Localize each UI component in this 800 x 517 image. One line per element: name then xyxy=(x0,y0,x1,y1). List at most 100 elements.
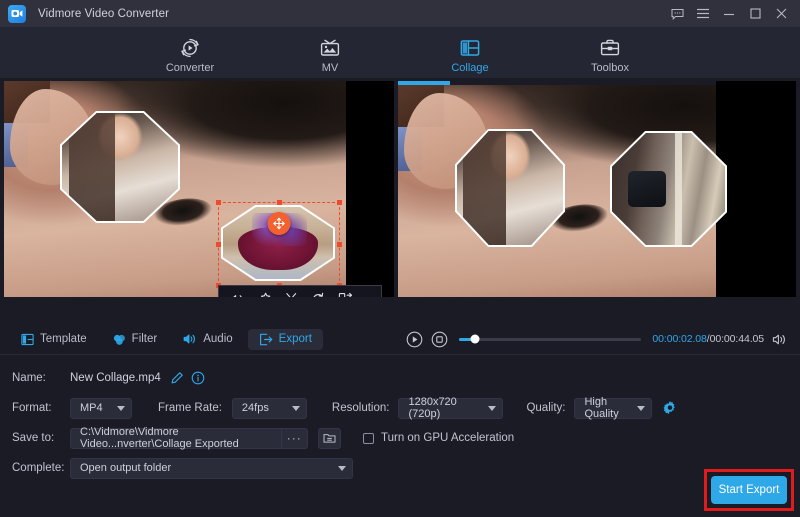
framerate-value: 24fps xyxy=(242,402,269,414)
preview-cell-1-content xyxy=(457,131,563,245)
gpu-acceleration-toggle[interactable]: Turn on GPU Acceleration xyxy=(363,432,514,444)
nav-item-collage[interactable]: Collage xyxy=(430,32,510,74)
clip-toolbar-icons xyxy=(229,292,373,297)
export-footer: Start Export xyxy=(0,463,800,517)
browse-path-button[interactable]: ··· xyxy=(281,429,307,448)
tab-label-audio: Audio xyxy=(203,333,232,345)
toolbox-icon xyxy=(599,35,621,59)
minimize-icon[interactable] xyxy=(716,1,742,27)
stop-circle-icon[interactable] xyxy=(431,331,448,348)
effects-wand-icon[interactable] xyxy=(257,292,272,297)
collage-cell-1-content xyxy=(62,113,178,221)
chevron-down-icon xyxy=(637,406,645,411)
current-time: 00:00:02.08 xyxy=(652,333,706,345)
name-row: Name: New Collage.mp4 xyxy=(12,363,788,393)
settings-gear-icon[interactable] xyxy=(663,401,677,415)
resolution-value: 1280x720 (720p) xyxy=(408,396,480,420)
template-icon xyxy=(21,333,34,346)
collage-cell-1[interactable] xyxy=(62,113,178,221)
play-circle-icon[interactable] xyxy=(406,331,423,348)
format-value: MP4 xyxy=(80,402,103,414)
chevron-down-icon xyxy=(117,406,125,411)
resize-handle-top-left[interactable] xyxy=(216,200,221,205)
app-camera-icon xyxy=(8,5,26,23)
nav-label-collage: Collage xyxy=(451,62,488,74)
start-export-button[interactable]: Start Export xyxy=(711,476,787,504)
framerate-label: Frame Rate: xyxy=(158,402,222,414)
menu-icon[interactable] xyxy=(690,1,716,27)
title-bar: Vidmore Video Converter xyxy=(0,0,800,27)
tab-label-filter: Filter xyxy=(132,333,158,345)
framerate-select[interactable]: 24fps xyxy=(232,398,307,419)
saveto-path-field[interactable]: C:\Vidmore\Vidmore Video...nverter\Colla… xyxy=(70,428,308,449)
playback-progress-track[interactable] xyxy=(459,338,641,341)
preview-cell-2 xyxy=(612,133,725,245)
converter-icon xyxy=(179,35,201,59)
export-icon xyxy=(259,333,273,346)
app-title: Vidmore Video Converter xyxy=(38,8,169,20)
info-circle-icon[interactable] xyxy=(191,371,205,385)
quality-select[interactable]: High Quality xyxy=(574,398,652,419)
feedback-icon[interactable] xyxy=(664,1,690,27)
volume-icon[interactable] xyxy=(229,293,245,298)
pencil-edit-icon[interactable] xyxy=(170,371,184,385)
tab-filter[interactable]: Filter xyxy=(102,329,169,350)
mv-icon xyxy=(319,35,341,59)
saveto-value: C:\Vidmore\Vidmore Video...nverter\Colla… xyxy=(80,426,281,450)
window-controls xyxy=(664,1,794,27)
resolution-label: Resolution: xyxy=(332,402,390,414)
nav-label-toolbox: Toolbox xyxy=(591,62,629,74)
speaker-icon[interactable] xyxy=(772,333,788,346)
rotate-icon[interactable] xyxy=(311,292,326,297)
collage-preview-canvas xyxy=(398,81,796,297)
editor-tabs: Template Filter Audio xyxy=(4,324,394,354)
editor-toolbar-row: Template Filter Audio xyxy=(0,324,800,354)
preview-player-controls: 00:00:02.08/00:00:44.05 xyxy=(398,324,796,354)
name-label: Name: xyxy=(12,372,60,384)
resize-handle-top-center[interactable] xyxy=(277,200,282,205)
tab-label-template: Template xyxy=(40,333,87,345)
preview-area: − + xyxy=(0,78,800,324)
playback-progress-knob[interactable] xyxy=(470,335,479,344)
crop-swap-icon[interactable] xyxy=(338,292,353,297)
nav-item-toolbox[interactable]: Toolbox xyxy=(570,32,650,74)
move-handle-icon[interactable] xyxy=(268,212,291,235)
saveto-row: Save to: C:\Vidmore\Vidmore Video...nver… xyxy=(12,423,788,453)
collage-editor-canvas[interactable]: − + xyxy=(4,81,394,297)
format-select[interactable]: MP4 xyxy=(70,398,132,419)
resize-handle-right-center[interactable] xyxy=(337,242,342,247)
nav-label-mv: MV xyxy=(322,62,339,74)
filter-icon xyxy=(113,333,126,346)
tab-export[interactable]: Export xyxy=(248,329,323,350)
name-value: New Collage.mp4 xyxy=(70,372,161,384)
total-time: 00:00:44.05 xyxy=(710,333,764,345)
resize-handle-left-center[interactable] xyxy=(216,242,221,247)
resolution-select[interactable]: 1280x720 (720p) xyxy=(398,398,503,419)
collage-icon xyxy=(459,35,481,59)
trim-scissors-icon[interactable] xyxy=(284,292,299,297)
maximize-icon[interactable] xyxy=(742,1,768,27)
main-navigation: Converter MV Collage xyxy=(0,27,800,78)
clip-toolbar[interactable]: − + xyxy=(218,285,382,297)
chevron-down-icon xyxy=(488,406,496,411)
open-folder-icon[interactable] xyxy=(318,428,341,449)
nav-item-mv[interactable]: MV xyxy=(290,32,370,74)
tab-label-export: Export xyxy=(279,333,312,345)
format-label: Format: xyxy=(12,402,60,414)
encoding-options-row: Format: MP4 Frame Rate: 24fps Resolution… xyxy=(12,393,788,423)
close-icon[interactable] xyxy=(768,1,794,27)
chevron-down-icon xyxy=(292,406,300,411)
resize-handle-top-right[interactable] xyxy=(337,200,342,205)
tab-audio[interactable]: Audio xyxy=(172,329,243,349)
quality-label: Quality: xyxy=(526,402,565,414)
preview-cell-2-content xyxy=(612,133,725,245)
gpu-checkbox[interactable] xyxy=(363,433,374,444)
audio-icon xyxy=(183,333,197,345)
clip-selection-box[interactable] xyxy=(218,202,340,286)
saveto-label: Save to: xyxy=(12,432,60,444)
nav-item-converter[interactable]: Converter xyxy=(150,32,230,74)
playback-timecode: 00:00:02.08/00:00:44.05 xyxy=(652,333,764,345)
preview-letterbox-right xyxy=(716,81,796,297)
collage-cell-1-frame[interactable] xyxy=(60,111,180,223)
tab-template[interactable]: Template xyxy=(10,329,98,350)
